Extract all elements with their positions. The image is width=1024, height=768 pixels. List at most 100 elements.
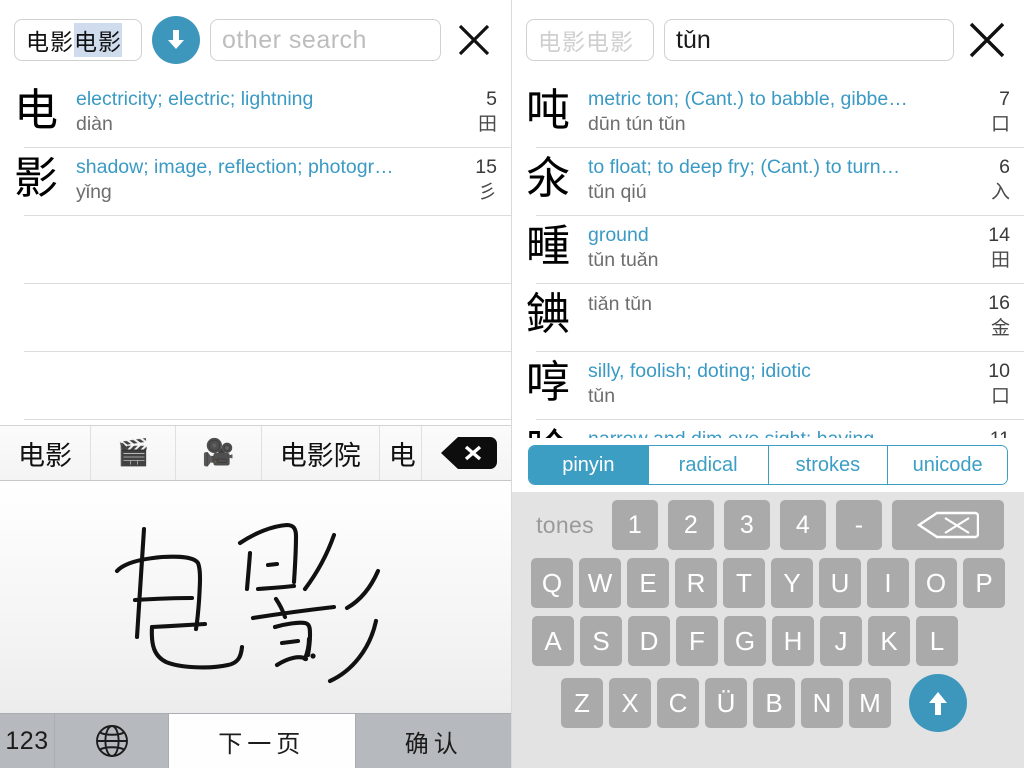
entry-stroke-count: 14 (966, 223, 1010, 247)
key-c[interactable]: C (657, 678, 699, 728)
pinyin-search-input[interactable]: tǔn (664, 19, 954, 61)
handwriting-canvas[interactable] (0, 481, 512, 713)
tone-key-3[interactable]: 3 (724, 500, 770, 550)
entry-radical: 口 (966, 384, 1010, 408)
entry-character: 电 (14, 82, 76, 140)
table-row[interactable]: 錪 tiǎn tǔn 16 金 (512, 284, 1024, 352)
entry-character: 畽 (526, 218, 588, 276)
entry-character: 氽 (526, 150, 588, 208)
key-x[interactable]: X (609, 678, 651, 728)
tab-strokes[interactable]: strokes (769, 446, 889, 484)
table-row[interactable]: 畽 ground tǔn tuǎn 14 田 (512, 216, 1024, 284)
backspace-icon[interactable] (892, 500, 1004, 550)
entry-stroke-count: 15 (453, 155, 497, 179)
candidate-item[interactable]: 电影院 (262, 426, 380, 480)
key-n[interactable]: N (801, 678, 843, 728)
table-row[interactable]: 电 electricity; electric; lightning diàn … (0, 80, 511, 148)
key-q[interactable]: Q (531, 558, 573, 608)
key-i[interactable]: I (867, 558, 909, 608)
entry-character: 影 (14, 150, 76, 208)
table-row[interactable]: 啍 silly, foolish; doting; idiotic tǔn 10… (512, 352, 1024, 420)
key-u[interactable]: U (819, 558, 861, 608)
entry-meta: 7 口 (966, 80, 1010, 136)
key-m[interactable]: M (849, 678, 891, 728)
left-close-x-icon[interactable] (451, 17, 497, 63)
ime-candidate-bar: 电影 🎬 🎥 电影院 电 (0, 425, 512, 481)
key-l[interactable]: L (916, 616, 958, 666)
entry-text: electricity; electric; lightning diàn (76, 80, 453, 136)
confirm-key[interactable]: 确认 (356, 714, 513, 768)
key-e[interactable]: E (627, 558, 669, 608)
empty-row (0, 284, 511, 352)
left-search-header: 电影电影 other search (0, 0, 511, 80)
key-a[interactable]: A (532, 616, 574, 666)
candidate-item-clapper-icon[interactable]: 🎬 (91, 426, 176, 480)
right-dictionary-list: 吨 metric ton; (Cant.) to babble, gibbe… … (512, 80, 1024, 488)
tab-radical[interactable]: radical (649, 446, 769, 484)
right-hanzi-input[interactable]: 电影电影 (526, 19, 654, 61)
key-z[interactable]: Z (561, 678, 603, 728)
input-mode-tabs: pinyin radical strokes unicode (512, 438, 1024, 492)
entry-pinyin: tǔn qiú (588, 180, 966, 204)
candidate-item[interactable]: 电影 (0, 426, 91, 480)
entry-radical: 彡 (453, 180, 497, 204)
key-f[interactable]: F (676, 616, 718, 666)
entry-meta: 14 田 (966, 216, 1010, 272)
entry-pinyin: tiǎn tǔn (588, 292, 966, 316)
entry-radical: 口 (966, 112, 1010, 136)
key-y[interactable]: Y (771, 558, 813, 608)
entry-radical: 田 (453, 112, 497, 136)
entry-character: 啍 (526, 354, 588, 412)
right-panel: 电影电影 tǔn 吨 metric ton; (Cant.) to babble… (512, 0, 1024, 768)
backspace-delete-icon[interactable] (430, 426, 512, 480)
numbers-key[interactable]: 123 (0, 714, 55, 768)
left-hanzi-text-selected: 电影 (74, 23, 122, 57)
globe-icon[interactable] (55, 714, 169, 768)
table-row[interactable]: 影 shadow; image, reflection; photogr… yǐ… (0, 148, 511, 216)
key-b[interactable]: B (753, 678, 795, 728)
key-k[interactable]: K (868, 616, 910, 666)
pinyin-keyboard: tones 1 2 3 4 - Q W E R T (512, 492, 1024, 768)
left-dictionary-list: 电 electricity; electric; lightning diàn … (0, 80, 511, 420)
entry-definition: metric ton; (Cant.) to babble, gibbe… (588, 87, 966, 111)
key-p[interactable]: P (963, 558, 1005, 608)
left-panel: 电影电影 other search 电 electricity; electri… (0, 0, 512, 768)
keyboard-row-2: A S D F G H J K L (518, 616, 1018, 666)
entry-meta: 15 彡 (453, 148, 497, 204)
table-row[interactable]: 吨 metric ton; (Cant.) to babble, gibbe… … (512, 80, 1024, 148)
tone-key-2[interactable]: 2 (668, 500, 714, 550)
left-hanzi-input[interactable]: 电影电影 (14, 19, 142, 61)
key-g[interactable]: G (724, 616, 766, 666)
key-w[interactable]: W (579, 558, 621, 608)
key-d[interactable]: D (628, 616, 670, 666)
key-o[interactable]: O (915, 558, 957, 608)
tab-pinyin[interactable]: pinyin (529, 446, 649, 484)
entry-definition: shadow; image, reflection; photogr… (76, 155, 453, 179)
entry-text: ground tǔn tuǎn (588, 216, 966, 272)
key-s[interactable]: S (580, 616, 622, 666)
key-r[interactable]: R (675, 558, 717, 608)
other-search-input[interactable]: other search (210, 19, 441, 61)
tone-key-1[interactable]: 1 (612, 500, 658, 550)
next-page-key[interactable]: 下一页 (169, 714, 356, 768)
entry-definition: ground (588, 223, 966, 247)
entry-meta: 10 口 (966, 352, 1010, 408)
key-u-umlaut[interactable]: Ü (705, 678, 747, 728)
key-j[interactable]: J (820, 616, 862, 666)
key-t[interactable]: T (723, 558, 765, 608)
entry-meta: 6 入 (966, 148, 1010, 204)
candidate-item-camera-icon[interactable]: 🎥 (176, 426, 261, 480)
entry-stroke-count: 5 (453, 87, 497, 111)
candidate-item[interactable]: 电 (380, 426, 422, 480)
download-arrow-icon[interactable] (152, 16, 200, 64)
tab-unicode[interactable]: unicode (888, 446, 1007, 484)
entry-text: to float; to deep fry; (Cant.) to turn… … (588, 148, 966, 204)
right-close-x-icon[interactable] (964, 17, 1010, 63)
tone-key-4[interactable]: 4 (780, 500, 826, 550)
key-h[interactable]: H (772, 616, 814, 666)
entry-stroke-count: 10 (966, 359, 1010, 383)
entry-character: 錪 (526, 286, 588, 344)
tone-key-neutral[interactable]: - (836, 500, 882, 550)
table-row[interactable]: 氽 to float; to deep fry; (Cant.) to turn… (512, 148, 1024, 216)
up-arrow-enter-icon[interactable] (909, 674, 967, 732)
